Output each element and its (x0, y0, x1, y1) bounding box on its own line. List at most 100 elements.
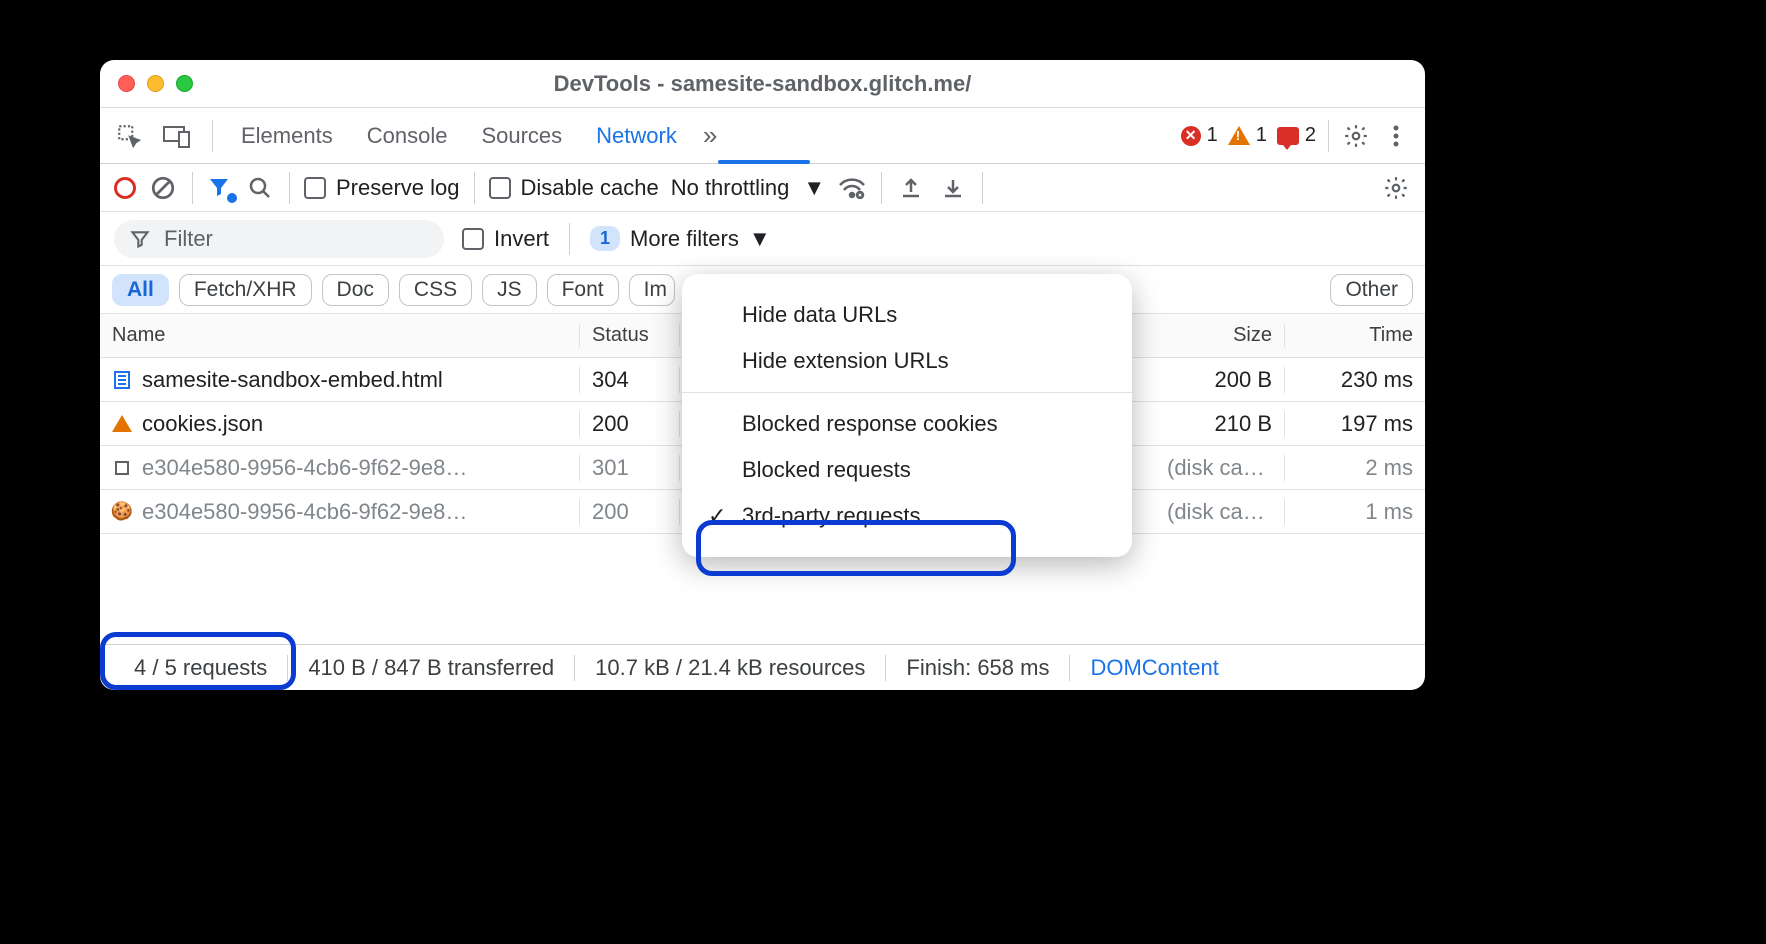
close-window-button[interactable] (118, 75, 135, 92)
chip-fetch-xhr[interactable]: Fetch/XHR (179, 274, 312, 306)
clear-icon[interactable] (148, 173, 178, 203)
request-status: 200 (580, 499, 680, 525)
popup-3rd-party-requests[interactable]: 3rd-party requests (682, 493, 1132, 539)
divider (289, 172, 290, 204)
chip-js[interactable]: JS (482, 274, 537, 306)
invert-checkbox[interactable]: Invert (462, 226, 549, 252)
tab-sources[interactable]: Sources (473, 123, 570, 149)
chip-font[interactable]: Font (547, 274, 619, 306)
request-time: 197 ms (1285, 411, 1425, 437)
invert-label: Invert (494, 226, 549, 252)
device-toolbar-icon[interactable] (162, 121, 192, 151)
chevron-down-icon: ▼ (749, 226, 771, 252)
tab-console[interactable]: Console (359, 123, 456, 149)
zoom-window-button[interactable] (176, 75, 193, 92)
checkbox-icon (304, 177, 326, 199)
filter-placeholder: Filter (164, 226, 213, 252)
filter-toggle-icon[interactable] (207, 175, 233, 201)
preserve-log-checkbox[interactable]: Preserve log (304, 175, 460, 201)
chip-all[interactable]: All (112, 274, 169, 306)
status-finish: Finish: 658 ms (886, 655, 1070, 681)
cookie-icon: 🍪 (112, 502, 132, 522)
error-icon: ✕ (1181, 126, 1201, 146)
chip-doc[interactable]: Doc (322, 274, 389, 306)
throttling-value: No throttling (671, 175, 790, 201)
issues-icon (1277, 127, 1299, 145)
request-size: 210 B (1155, 411, 1285, 437)
tab-elements[interactable]: Elements (233, 123, 341, 149)
titlebar: DevTools - samesite-sandbox.glitch.me/ (100, 60, 1425, 108)
warning-count[interactable]: 1 (1228, 124, 1267, 147)
settings-gear-icon[interactable] (1341, 121, 1371, 151)
popup-blocked-requests[interactable]: Blocked requests (682, 447, 1132, 493)
inspect-element-icon[interactable] (114, 121, 144, 151)
network-conditions-icon[interactable] (837, 173, 867, 203)
status-requests: 4 / 5 requests (114, 655, 288, 681)
request-size: (disk ca… (1155, 455, 1285, 481)
divider (569, 223, 570, 255)
window-title: DevTools - samesite-sandbox.glitch.me/ (100, 71, 1425, 97)
active-tab-indicator (718, 160, 810, 164)
request-status: 200 (580, 411, 680, 437)
col-name[interactable]: Name (100, 324, 580, 347)
issues-count[interactable]: 2 (1277, 124, 1316, 147)
record-button[interactable] (114, 177, 136, 199)
search-icon[interactable] (245, 173, 275, 203)
window-controls (118, 75, 193, 92)
col-status[interactable]: Status (580, 324, 680, 347)
chip-img[interactable]: Im (629, 274, 675, 306)
request-status: 301 (580, 455, 680, 481)
status-domcontentloaded[interactable]: DOMContent (1070, 655, 1238, 681)
filter-bar: Filter Invert 1 More filters ▼ (100, 212, 1425, 266)
col-size[interactable]: Size (1155, 324, 1285, 347)
upload-har-icon[interactable] (896, 173, 926, 203)
disable-cache-checkbox[interactable]: Disable cache (489, 175, 659, 201)
chip-other[interactable]: Other (1330, 274, 1413, 306)
generic-file-icon (112, 458, 132, 478)
popup-hide-data-urls[interactable]: Hide data URLs (682, 292, 1132, 338)
status-resources: 10.7 kB / 21.4 kB resources (575, 655, 886, 681)
col-time[interactable]: Time (1285, 324, 1425, 347)
checkbox-icon (462, 228, 484, 250)
minimize-window-button[interactable] (147, 75, 164, 92)
kebab-menu-icon[interactable] (1381, 121, 1411, 151)
popup-separator (682, 392, 1132, 393)
request-time: 2 ms (1285, 455, 1425, 481)
divider (212, 120, 213, 152)
request-time: 1 ms (1285, 499, 1425, 525)
request-status: 304 (580, 367, 680, 393)
tab-network[interactable]: Network (588, 123, 685, 149)
divider (1328, 120, 1329, 152)
request-name: cookies.json (142, 411, 263, 437)
request-size: 200 B (1155, 367, 1285, 393)
divider (192, 172, 193, 204)
status-bar: 4 / 5 requests 410 B / 847 B transferred… (100, 644, 1425, 690)
request-size: (disk ca… (1155, 499, 1285, 525)
document-icon (112, 370, 132, 390)
error-count[interactable]: ✕ 1 (1181, 124, 1218, 147)
divider (982, 172, 983, 204)
issues-count-value: 2 (1305, 124, 1316, 147)
more-filters-popup: Hide data URLs Hide extension URLs Block… (682, 274, 1132, 557)
network-settings-gear-icon[interactable] (1381, 173, 1411, 203)
disable-cache-label: Disable cache (521, 175, 659, 201)
main-tabs-bar: Elements Console Sources Network » ✕ 1 1… (100, 108, 1425, 164)
request-name: e304e580-9956-4cb6-9f62-9e8… (142, 499, 467, 525)
network-toolbar: Preserve log Disable cache No throttling… (100, 164, 1425, 212)
popup-hide-extension-urls[interactable]: Hide extension URLs (682, 338, 1132, 384)
checkbox-icon (489, 177, 511, 199)
popup-blocked-response-cookies[interactable]: Blocked response cookies (682, 401, 1132, 447)
more-tabs-chevron-icon[interactable]: » (703, 120, 717, 151)
request-name: samesite-sandbox-embed.html (142, 367, 443, 393)
divider (881, 172, 882, 204)
chip-css[interactable]: CSS (399, 274, 472, 306)
status-transferred: 410 B / 847 B transferred (288, 655, 575, 681)
filter-active-badge (227, 193, 237, 203)
download-har-icon[interactable] (938, 173, 968, 203)
more-filters-dropdown[interactable]: 1 More filters ▼ (590, 226, 771, 252)
warning-count-value: 1 (1256, 124, 1267, 147)
filter-input[interactable]: Filter (114, 220, 444, 258)
throttling-dropdown[interactable]: No throttling ▼ (671, 175, 825, 201)
divider (474, 172, 475, 204)
preserve-log-label: Preserve log (336, 175, 460, 201)
